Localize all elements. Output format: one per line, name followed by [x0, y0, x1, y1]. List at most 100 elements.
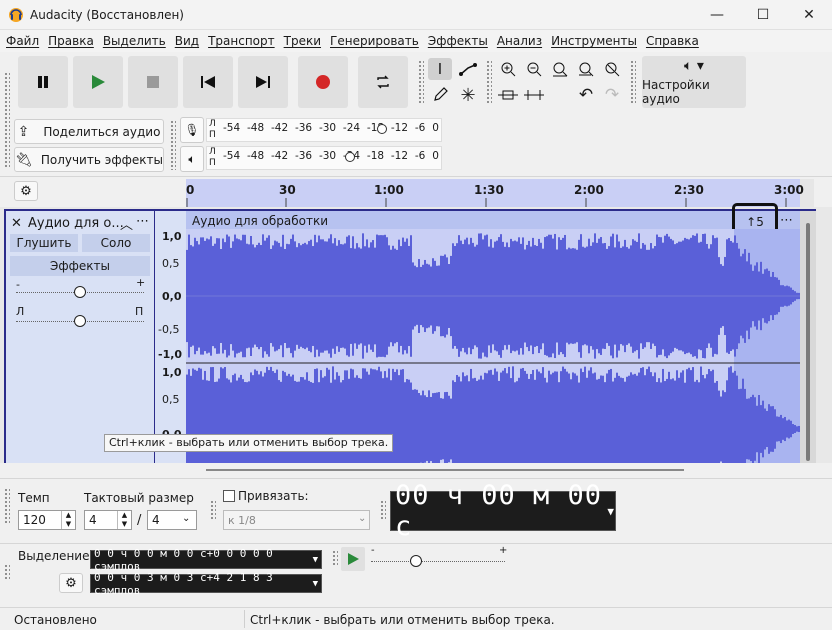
waveform-sample: [748, 398, 750, 460]
clip-more-icon[interactable]: ⋯: [780, 213, 793, 228]
share-grip[interactable]: [4, 120, 10, 168]
horizontal-scrollbar[interactable]: [0, 463, 832, 477]
record-button[interactable]: [298, 56, 348, 108]
record-meter-button[interactable]: 🎙︎: [180, 117, 204, 143]
waveform-sample: [554, 371, 556, 463]
close-track-icon[interactable]: ✕: [11, 216, 22, 231]
track-more-icon[interactable]: ⋯: [136, 214, 149, 229]
numerator-spinner[interactable]: ▲ ▼: [117, 511, 131, 529]
time-sig-denominator[interactable]: 4 ⌄: [147, 510, 197, 530]
speed-plus-label: +: [499, 545, 508, 556]
loop-button[interactable]: [358, 56, 408, 108]
waveform-sample: [636, 375, 638, 463]
skip-end-button[interactable]: [238, 56, 288, 108]
menu-select[interactable]: Выделить: [103, 34, 166, 48]
mute-button[interactable]: Глушить: [10, 234, 78, 252]
menu-effects[interactable]: Эффекты: [428, 34, 488, 48]
tempo-spinner[interactable]: ▲ ▼: [61, 511, 75, 529]
waveform-sample: [512, 366, 514, 463]
waveform-sample: [426, 397, 428, 461]
envelope-icon: [459, 63, 477, 76]
menu-generate[interactable]: Генерировать: [330, 34, 419, 48]
vertical-scrollbar[interactable]: [800, 211, 816, 463]
selection-grip[interactable]: [4, 564, 10, 580]
minimize-button[interactable]: —: [694, 0, 740, 30]
tempo-label: Темп: [18, 491, 50, 505]
record-meter[interactable]: ЛП -54 -48 -42 -36 -30 -24 -18 -12 -6 0: [206, 118, 442, 142]
waveform-sample: [522, 367, 524, 463]
snap-grip[interactable]: [210, 500, 216, 520]
horizontal-scroll-thumb[interactable]: [206, 469, 684, 471]
menu-edit[interactable]: Правка: [48, 34, 94, 48]
waveform-sample: [600, 375, 602, 463]
tempo-input[interactable]: 120 ▲ ▼: [18, 510, 76, 530]
menu-analyze[interactable]: Анализ: [497, 34, 542, 48]
fit-project-button[interactable]: [574, 58, 598, 80]
waveform-sample: [536, 369, 538, 463]
fit-selection-button[interactable]: [548, 58, 572, 80]
undo-button[interactable]: ↶: [574, 84, 598, 106]
pan-slider[interactable]: [74, 315, 86, 327]
skip-start-button[interactable]: [183, 56, 233, 108]
play-meter[interactable]: ЛП -54-48-42-36-30-24-18-12-60: [206, 146, 442, 170]
waveform-sample: [458, 376, 460, 463]
zoom-toggle-button[interactable]: [600, 58, 624, 80]
clip-name[interactable]: Аудио для обработки: [192, 214, 328, 228]
menu-transport[interactable]: Транспорт: [208, 34, 275, 48]
menu-view[interactable]: Вид: [175, 34, 199, 48]
play-button[interactable]: [73, 56, 123, 108]
time-sig-numerator[interactable]: 4 ▲ ▼: [84, 510, 132, 530]
audio-settings-button[interactable]: 🔈︎ ▾ Настройки аудио: [642, 56, 746, 108]
play-at-speed-grip[interactable]: [332, 550, 338, 566]
vertical-scroll-thumb[interactable]: [806, 223, 810, 461]
waveform-sample: [640, 367, 642, 463]
waveform-sample: [610, 368, 612, 463]
selection-end[interactable]: 0 0 ч 0 3 м 0 3 с+4 2 1 8 3 сэмплов ▼: [90, 571, 322, 597]
collapse-track-icon[interactable]: ︿: [120, 214, 133, 233]
redo-button[interactable]: ↷: [600, 84, 624, 106]
draw-tool-button[interactable]: [428, 84, 452, 106]
share-audio-button[interactable]: ⇪ Поделиться аудио: [14, 119, 164, 144]
zoom-out-button[interactable]: [522, 58, 546, 80]
multi-tool-button[interactable]: ✳: [456, 84, 480, 106]
stop-button[interactable]: [128, 56, 178, 108]
timeline-settings-button[interactable]: ⚙: [14, 181, 38, 201]
time-display[interactable]: 00 ч 00 м 00 с ▼: [390, 480, 616, 542]
menu-help[interactable]: Справка: [646, 34, 699, 48]
selection-tool-button[interactable]: I: [428, 58, 452, 80]
maximize-button[interactable]: ☐: [740, 0, 786, 30]
speed-slider[interactable]: [410, 555, 422, 567]
play-meter-button[interactable]: 🔈︎: [180, 146, 204, 172]
snap-checkbox[interactable]: [223, 490, 235, 502]
silence-button[interactable]: [522, 84, 546, 106]
pause-button[interactable]: [18, 56, 68, 108]
toolbar-grip[interactable]: [4, 72, 10, 120]
menu-tools[interactable]: Инструменты: [551, 34, 637, 48]
tempo-grip[interactable]: [4, 488, 10, 524]
audio-setup-grip[interactable]: [630, 60, 636, 104]
gain-slider[interactable]: [74, 286, 86, 298]
selection-settings-button[interactable]: ⚙: [59, 573, 83, 593]
meter-grip[interactable]: [170, 120, 176, 170]
menu-file[interactable]: Файл: [6, 34, 39, 48]
time-grip[interactable]: [380, 500, 386, 520]
audacity-logo-icon: [9, 8, 23, 22]
waveform-sample: [434, 392, 436, 463]
tools-grip[interactable]: [418, 60, 424, 104]
waveform[interactable]: [186, 229, 800, 463]
edit-grip[interactable]: [486, 60, 492, 104]
envelope-tool-button[interactable]: [456, 58, 480, 80]
get-effects-button[interactable]: 🔌︎ Получить эффекты: [14, 147, 164, 172]
play-meter-slider[interactable]: [345, 152, 355, 162]
menu-tracks[interactable]: Треки: [284, 34, 321, 48]
zoom-in-button[interactable]: [496, 58, 520, 80]
track-effects-button[interactable]: Эффекты: [10, 256, 150, 276]
close-button[interactable]: ✕: [786, 0, 832, 30]
solo-button[interactable]: Соло: [82, 234, 150, 252]
record-meter-slider[interactable]: [377, 124, 387, 134]
snap-select[interactable]: к 1/8 ⌄: [223, 510, 370, 530]
selection-start[interactable]: 0 0 ч 0 0 м 0 0 с+0 0 0 0 0 сэмплов ▼: [90, 547, 322, 573]
trim-button[interactable]: [496, 84, 520, 106]
play-at-speed-button[interactable]: [341, 547, 365, 571]
track-name-menu[interactable]: Аудио для о...: [28, 216, 124, 231]
